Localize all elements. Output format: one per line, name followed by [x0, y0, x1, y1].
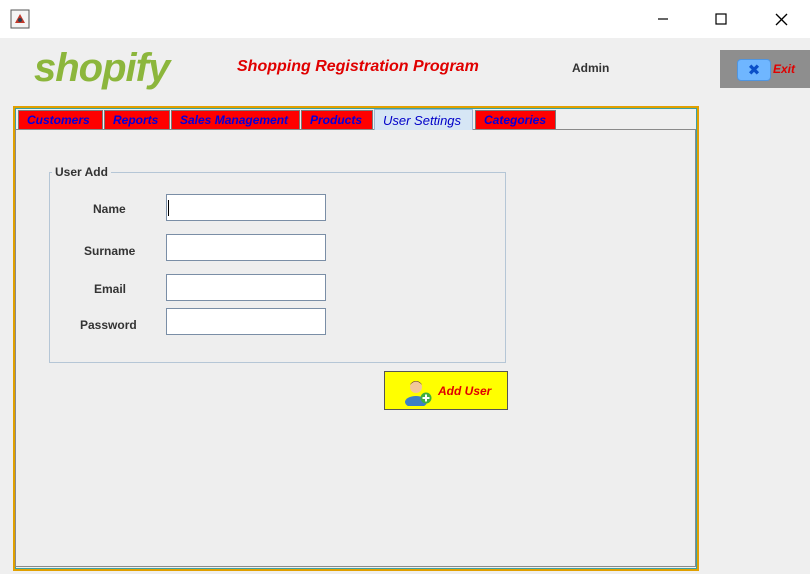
name-label: Name [93, 202, 126, 216]
email-field[interactable] [166, 274, 326, 301]
close-x-icon: ✖ [737, 59, 771, 81]
close-button[interactable] [752, 0, 810, 38]
text-caret [168, 200, 169, 216]
current-user-label: Admin [572, 61, 610, 75]
close-icon [775, 13, 787, 25]
surname-label: Surname [84, 244, 136, 258]
surname-field[interactable] [166, 234, 326, 261]
add-user-icon [405, 381, 432, 406]
email-label: Email [94, 282, 127, 296]
tab-customers[interactable]: Customers [18, 110, 103, 129]
minimize-icon [658, 18, 668, 20]
add-user-label: Add User [438, 384, 492, 398]
password-label: Password [80, 318, 137, 332]
minimize-button[interactable] [634, 0, 692, 38]
exit-label: Exit [773, 62, 796, 76]
tab-sales-management[interactable]: Sales Management [171, 110, 300, 129]
maximize-icon [715, 13, 727, 25]
add-user-button[interactable]: Add User [384, 371, 508, 410]
maximize-button[interactable] [692, 0, 750, 38]
group-title: User Add [52, 165, 111, 179]
tab-reports[interactable]: Reports [104, 110, 170, 129]
exit-button[interactable]: ✖ Exit [720, 50, 810, 88]
name-field[interactable] [166, 194, 326, 221]
window-titlebar [0, 0, 810, 38]
app-logo: shopify [34, 46, 170, 90]
tab-user-settings[interactable]: User Settings [374, 109, 473, 130]
tab-categories[interactable]: Categories [475, 110, 556, 129]
password-field[interactable] [166, 308, 326, 335]
tab-products[interactable]: Products [301, 110, 373, 129]
page-title: Shopping Registration Program [237, 58, 479, 75]
java-app-icon [10, 9, 30, 29]
